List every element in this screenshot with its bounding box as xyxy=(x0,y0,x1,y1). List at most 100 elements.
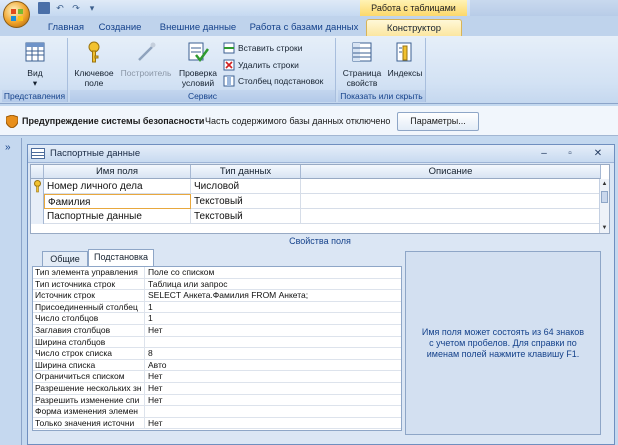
description-cell[interactable] xyxy=(301,209,601,224)
description-cell[interactable] xyxy=(301,179,601,194)
grid-scrollbar[interactable]: ▲ ▼ xyxy=(599,179,609,233)
property-row[interactable]: Ширина столбцов xyxy=(33,336,401,349)
row-selector[interactable] xyxy=(31,209,44,224)
insert-rows-icon xyxy=(223,42,235,54)
navigation-pane-collapsed[interactable]: » xyxy=(0,138,22,445)
redo-icon[interactable]: ↷ xyxy=(70,2,82,14)
group-views-label: Представления xyxy=(2,90,67,102)
close-icon[interactable]: ✕ xyxy=(590,147,606,160)
delete-rows-button[interactable]: Удалить строки xyxy=(223,57,299,73)
table-view-icon xyxy=(25,42,45,62)
table-design-window: Паспортные данные – ▫ ✕ Имя поля Тип дан… xyxy=(27,144,615,445)
tab-design[interactable]: Конструктор xyxy=(366,19,462,36)
security-warning-bar: Предупреждение системы безопасности Част… xyxy=(0,106,618,136)
security-warning-title: Предупреждение системы безопасности xyxy=(22,116,205,126)
scroll-down-icon[interactable]: ▼ xyxy=(600,223,609,233)
builder-label: Построитель xyxy=(120,68,172,78)
property-row[interactable]: Число строк списка 8 xyxy=(33,348,401,360)
property-sheet-icon xyxy=(352,42,372,62)
data-type-cell[interactable]: Текстовый xyxy=(191,194,301,209)
table-row[interactable]: Фамилия Текстовый xyxy=(31,194,601,209)
builder-button[interactable]: Построитель xyxy=(118,40,174,78)
primary-key-icon xyxy=(34,180,41,193)
quick-access-toolbar: ↶ ↷ ▾ xyxy=(38,2,98,14)
indexes-label: Индексы xyxy=(387,68,423,78)
property-row[interactable]: Присоединенный столбец 1 xyxy=(33,301,401,314)
property-row[interactable]: Ограничиться списком Нет xyxy=(33,371,401,383)
office-button[interactable] xyxy=(3,1,30,28)
ribbon-tabs: Главная Создание Внешние данные Работа с… xyxy=(0,16,618,36)
security-warning-message: Часть содержимого базы данных отключено xyxy=(205,116,391,126)
property-row[interactable]: Ширина списка Авто xyxy=(33,359,401,372)
builder-wand-icon xyxy=(138,42,156,61)
table-icon xyxy=(31,148,45,159)
group-show-hide-label: Показать или скрыть xyxy=(338,90,425,102)
check-conditions-button[interactable]: Проверка условий xyxy=(176,40,220,88)
document-title-bar: Паспортные данные – ▫ ✕ xyxy=(28,145,614,163)
indexes-icon xyxy=(396,42,412,62)
row-selector[interactable] xyxy=(31,179,44,194)
field-name-cell[interactable]: Фамилия xyxy=(44,194,191,209)
field-name-cell[interactable]: Паспортные данные xyxy=(44,209,191,224)
context-tool-title: Работа с таблицами xyxy=(360,0,467,16)
document-title: Паспортные данные xyxy=(50,148,141,159)
property-row[interactable]: Заглавия столбцов Нет xyxy=(33,325,401,337)
field-properties-label: Свойства поля xyxy=(289,236,351,246)
row-selector[interactable] xyxy=(31,194,44,209)
lookup-properties-table: Тип элемента управления Поле со списком Т… xyxy=(32,266,402,431)
key-field-button[interactable]: Ключевое поле xyxy=(72,40,116,88)
table-row[interactable]: Паспортные данные Текстовый xyxy=(31,209,601,224)
undo-icon[interactable]: ↶ xyxy=(54,2,66,14)
key-field-label: Ключевое поле xyxy=(74,68,114,88)
title-bar: ↶ ↷ ▾ Работа с таблицами xyxy=(0,0,618,16)
data-type-cell[interactable]: Текстовый xyxy=(191,209,301,224)
field-design-grid: Имя поля Тип данных Описание Номер лично… xyxy=(30,164,610,234)
tab-create[interactable]: Создание xyxy=(92,19,148,36)
property-row[interactable]: Число столбцов 1 xyxy=(33,313,401,325)
table-row[interactable]: Номер личного дела Числовой xyxy=(31,179,601,194)
property-row[interactable]: Только значения источни Нет xyxy=(33,417,401,430)
minimize-icon[interactable]: – xyxy=(536,147,552,160)
view-label: Вид xyxy=(27,68,43,78)
restore-icon[interactable]: ▫ xyxy=(562,147,578,160)
customize-qat-icon[interactable]: ▾ xyxy=(86,2,98,14)
group-service: Ключевое поле Построитель Проверка услов… xyxy=(70,38,336,102)
insert-rows-button[interactable]: Вставить строки xyxy=(223,40,302,56)
lookup-column-button[interactable]: Столбец подстановок xyxy=(223,73,323,89)
property-row[interactable]: Источник строк SELECT Анкета.Фамилия FROM… xyxy=(33,290,401,302)
key-icon xyxy=(88,41,100,63)
check-conditions-label: Проверка условий xyxy=(178,68,218,88)
column-header-data-type: Тип данных xyxy=(191,165,301,179)
column-header-description: Описание xyxy=(301,165,601,179)
group-show-hide: Страница свойств Индексы Показать или ск… xyxy=(338,38,426,102)
group-views: Вид ▾ Представления xyxy=(2,38,68,102)
description-cell[interactable] xyxy=(301,194,601,209)
options-button[interactable]: Параметры... xyxy=(397,112,479,131)
indexes-button[interactable]: Индексы xyxy=(386,40,424,78)
view-button[interactable]: Вид ▾ xyxy=(12,40,58,88)
scroll-thumb[interactable] xyxy=(601,191,608,203)
property-row[interactable]: Разрешить изменение спи Нет xyxy=(33,394,401,407)
field-name-cell[interactable]: Номер личного дела xyxy=(44,179,191,194)
expand-chevron-icon[interactable]: » xyxy=(5,142,11,153)
validation-rules-icon xyxy=(188,42,210,63)
delete-rows-icon xyxy=(223,59,235,71)
tab-lookup[interactable]: Подстановка xyxy=(88,249,154,267)
tab-external-data[interactable]: Внешние данные xyxy=(152,19,244,36)
property-sheet-label: Страница свойств xyxy=(342,68,382,88)
save-icon[interactable] xyxy=(38,2,50,14)
property-row[interactable]: Тип элемента управления Поле со списком xyxy=(33,267,401,279)
property-sheet-button[interactable]: Страница свойств xyxy=(340,40,384,88)
tab-home[interactable]: Главная xyxy=(42,19,90,36)
property-row[interactable]: Разрешение нескольких зн Нет xyxy=(33,383,401,395)
scroll-up-icon[interactable]: ▲ xyxy=(600,179,609,189)
property-row[interactable]: Форма изменения элемен xyxy=(33,406,401,418)
field-help-text: Имя поля может состоять из 64 знаков с у… xyxy=(405,251,601,435)
property-row[interactable]: Тип источника строк Таблица или запрос xyxy=(33,278,401,291)
tab-general[interactable]: Общие xyxy=(42,251,88,267)
data-type-cell[interactable]: Числовой xyxy=(191,179,301,194)
group-service-label: Сервис xyxy=(70,90,335,102)
office-logo-icon xyxy=(11,9,23,21)
column-header-field-name: Имя поля xyxy=(44,165,191,179)
tab-database-tools[interactable]: Работа с базами данных xyxy=(248,19,360,36)
